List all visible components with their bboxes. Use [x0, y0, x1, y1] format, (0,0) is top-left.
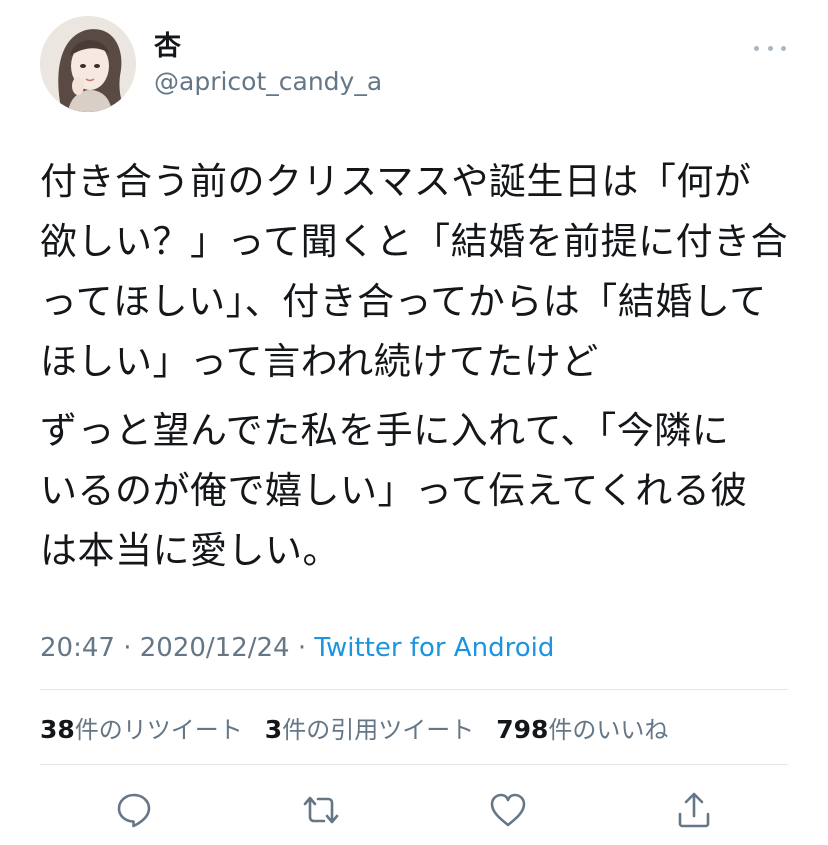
divider: [40, 689, 788, 690]
tweet-text: 付き合う前のクリスマスや誕生日は「何が 欲しい？」って聞くと「結婚を前提に付き合…: [40, 152, 800, 581]
tweet-stats: 38 件のリツイート 3 件の引用ツイート 798 件のいいね: [40, 707, 690, 747]
tweet-paragraph: ずっと望んでた私を手に入れて、「今隣に いるのが俺で嬉しい」って伝えてくれる彼 …: [40, 409, 748, 572]
like-icon: [490, 793, 526, 827]
retweets-stat[interactable]: 38 件のリツイート: [40, 710, 243, 745]
action-bar: [0, 780, 828, 840]
likes-stat[interactable]: 798 件のいいね: [496, 710, 668, 745]
retweets-count: 38: [40, 714, 75, 744]
quotes-stat[interactable]: 3 件の引用ツイート: [265, 710, 474, 745]
avatar[interactable]: [40, 16, 136, 112]
reply-icon: [117, 793, 151, 828]
meta-separator: ·: [123, 633, 132, 663]
user-handle[interactable]: @apricot_candy_a: [154, 66, 382, 98]
likes-count: 798: [496, 714, 549, 744]
retweet-icon: [303, 796, 339, 824]
tweet-time[interactable]: 20:47: [40, 633, 115, 663]
tweet-meta: 20:47 · 2020/12/24 · Twitter for Android: [40, 630, 554, 666]
share-button[interactable]: [674, 790, 714, 830]
display-name[interactable]: 杏: [154, 31, 181, 63]
tweet-source-link[interactable]: Twitter for Android: [314, 633, 554, 663]
divider: [40, 764, 788, 765]
likes-label: 件のいいね: [548, 715, 669, 744]
retweets-label: 件のリツイート: [74, 715, 243, 744]
tweet-paragraph: 付き合う前のクリスマスや誕生日は「何が 欲しい？」って聞くと「結婚を前提に付き合…: [40, 160, 789, 383]
tweet-date[interactable]: 2020/12/24: [140, 633, 290, 663]
retweet-button[interactable]: [301, 790, 341, 830]
quotes-label: 件の引用ツイート: [282, 715, 475, 744]
quotes-count: 3: [264, 714, 283, 744]
more-options-icon[interactable]: [754, 38, 786, 58]
reply-button[interactable]: [114, 790, 154, 830]
like-button[interactable]: [488, 790, 528, 830]
meta-separator: ·: [297, 633, 307, 663]
share-icon: [678, 792, 710, 828]
